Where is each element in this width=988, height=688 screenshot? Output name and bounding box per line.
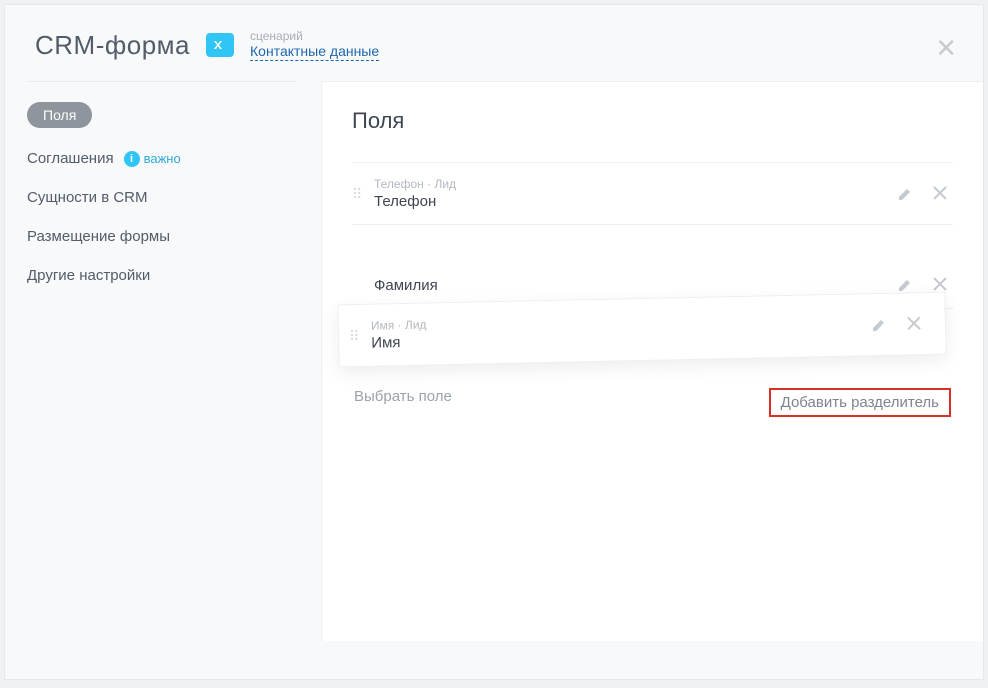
field-text: Имя · Лид Имя (367, 308, 872, 352)
select-field-link[interactable]: Выбрать поле (354, 388, 452, 417)
edit-icon[interactable] (897, 277, 913, 293)
sidebar: Поля Соглашения i важно Сущности в CRM Р… (27, 81, 297, 641)
remove-icon[interactable] (933, 277, 947, 293)
sidebar-item-label: Размещение формы (27, 228, 170, 245)
field-text: Телефон · Лид Телефон (370, 177, 897, 210)
important-text: важно (144, 151, 181, 166)
edit-icon[interactable] (897, 186, 913, 202)
remove-icon[interactable] (933, 186, 947, 202)
field-name: Телефон (374, 193, 897, 210)
row-actions (897, 277, 947, 293)
field-name: Фамилия (374, 277, 897, 294)
scenario-icon (206, 33, 234, 57)
add-separator-link[interactable]: Добавить разделитель (769, 388, 951, 417)
edit-icon[interactable] (871, 316, 887, 332)
footer-actions: Выбрать поле Добавить разделитель (352, 370, 953, 417)
sidebar-item-agreements[interactable]: Соглашения i важно (27, 150, 297, 167)
field-text: Фамилия (370, 275, 897, 294)
sidebar-item-label: Сущности в CRM (27, 189, 148, 206)
scenario-link[interactable]: Контактные данные (250, 43, 379, 61)
field-meta: Телефон · Лид (374, 177, 897, 191)
field-row-phone[interactable]: ⠿ Телефон · Лид Телефон (352, 162, 953, 224)
sidebar-item-label: Поля (27, 102, 92, 128)
crm-form-panel: CRM-форма сценарий Контактные данные ✕ П… (4, 4, 984, 680)
page-title: CRM-форма (35, 30, 190, 61)
sidebar-item-entities[interactable]: Сущности в CRM (27, 189, 297, 206)
sidebar-item-placement[interactable]: Размещение формы (27, 228, 297, 245)
remove-icon[interactable] (907, 316, 921, 332)
drag-handle-icon[interactable]: ⠿ (349, 331, 367, 339)
row-actions (897, 186, 947, 202)
sidebar-item-label: Соглашения (27, 150, 114, 167)
sidebar-item-fields[interactable]: Поля (27, 102, 297, 128)
close-icon[interactable]: ✕ (935, 35, 957, 61)
info-icon: i (124, 151, 140, 167)
header: CRM-форма сценарий Контактные данные ✕ (5, 5, 983, 81)
section-title: Поля (352, 108, 953, 134)
field-row-name-dragging[interactable]: ⠿ Имя · Лид Имя (337, 292, 946, 368)
scenario-label: сценарий (250, 29, 379, 43)
row-actions (871, 316, 921, 333)
sidebar-item-label: Другие настройки (27, 267, 150, 284)
scenario-block: сценарий Контактные данные (250, 29, 379, 61)
drag-handle-icon[interactable]: ⠿ (352, 190, 370, 198)
important-badge: i важно (124, 151, 181, 167)
sidebar-item-other[interactable]: Другие настройки (27, 267, 297, 284)
